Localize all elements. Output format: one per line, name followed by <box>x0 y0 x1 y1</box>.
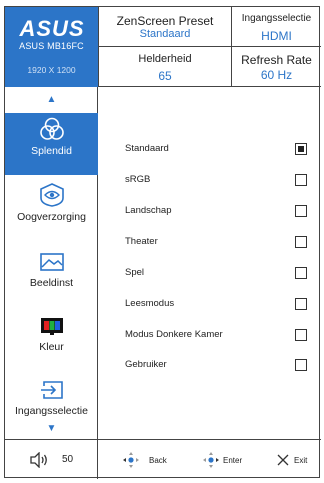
splendid-options-list: Standaard sRGB Landschap Theater Spel Le… <box>98 87 321 439</box>
brand-panel: ASUS ASUS MB16FC 1920 X 1200 <box>5 7 98 87</box>
option-gebruiker[interactable]: Gebruiker <box>98 356 321 376</box>
sidebar-item-kleur[interactable]: Kleur <box>5 311 98 375</box>
sidebar-item-oogverzorging[interactable]: Oogverzorging <box>5 179 98 243</box>
option-theater[interactable]: Theater <box>98 233 321 253</box>
input-label: Ingangsselectie <box>241 13 312 24</box>
sidebar-item-beeldinst[interactable]: Beeldinst <box>5 247 98 311</box>
scroll-down-icon[interactable]: ▼ <box>5 423 98 434</box>
enter-label: Enter <box>223 456 243 465</box>
joystick-left-icon <box>123 452 139 468</box>
input-status: Ingangsselectie HDMI <box>231 7 321 47</box>
sidebar-item-label: Splendid <box>31 145 72 157</box>
radio-unchecked[interactable] <box>295 359 307 371</box>
asus-logo: ASUS <box>18 17 84 39</box>
sidebar-item-label: Ingangsselectie <box>15 405 88 417</box>
radio-unchecked[interactable] <box>295 236 307 248</box>
zenscreen-preset-status: ZenScreen Preset Standaard <box>98 7 231 47</box>
back-button[interactable]: Back <box>122 451 172 469</box>
exit-button[interactable]: Exit <box>276 451 316 469</box>
volume-value: 50 <box>62 454 74 465</box>
svg-text:ASUS: ASUS <box>18 17 84 39</box>
zenscreen-preset-value: Standaard <box>139 28 191 40</box>
osd-menu: ASUS ASUS MB16FC 1920 X 1200 ZenScreen P… <box>4 6 321 479</box>
option-label: Standaard <box>125 143 169 154</box>
refresh-rate-value: 60 Hz <box>260 68 293 82</box>
refresh-rate-label: Refresh Rate <box>241 53 312 67</box>
option-standaard[interactable]: Standaard <box>98 140 321 160</box>
input-icon <box>40 381 63 399</box>
volume-control[interactable]: 50 <box>5 440 98 479</box>
brightness-status: Helderheid 65 <box>98 47 231 87</box>
resolution-readout: 1920 X 1200 <box>27 65 76 75</box>
exit-label: Exit <box>294 456 308 465</box>
radio-unchecked[interactable] <box>295 205 307 217</box>
brightness-value: 65 <box>158 69 172 83</box>
input-value: HDMI <box>261 29 292 43</box>
option-label: Landschap <box>125 205 172 216</box>
option-label: Modus Donkere Kamer <box>125 329 223 340</box>
brightness-label: Helderheid <box>138 53 192 65</box>
sidebar-item-splendid[interactable]: Splendid <box>5 113 98 175</box>
option-label: Gebruiker <box>125 359 167 370</box>
sidebar-menu: ▲ Splendid Oogverzorging Beeldinst Kleur… <box>5 87 98 439</box>
back-label: Back <box>149 456 167 465</box>
model-name: ASUS MB16FC <box>19 41 84 51</box>
image-icon <box>39 253 64 271</box>
option-leesmodus[interactable]: Leesmodus <box>98 295 321 315</box>
radio-unchecked[interactable] <box>295 174 307 186</box>
option-spel[interactable]: Spel <box>98 264 321 284</box>
eye-icon <box>39 183 64 207</box>
sidebar-item-label: Kleur <box>39 341 64 353</box>
option-label: Spel <box>125 267 145 278</box>
radio-checked[interactable] <box>295 143 307 155</box>
joystick-right-icon <box>203 452 219 468</box>
option-srgb[interactable]: sRGB <box>98 171 321 191</box>
radio-unchecked[interactable] <box>295 267 307 279</box>
refresh-rate-status: Refresh Rate 60 Hz <box>231 47 321 87</box>
speaker-icon <box>30 452 47 468</box>
option-label: Theater <box>125 236 158 247</box>
radio-unchecked[interactable] <box>295 329 307 341</box>
option-modus-donkere-kamer[interactable]: Modus Donkere Kamer <box>98 326 321 346</box>
option-label: sRGB <box>125 174 151 185</box>
scroll-up-icon[interactable]: ▲ <box>5 94 98 105</box>
splendid-icon <box>39 117 64 140</box>
sidebar-item-label: Oogverzorging <box>17 211 86 223</box>
option-landschap[interactable]: Landschap <box>98 202 321 222</box>
radio-unchecked[interactable] <box>295 298 307 310</box>
enter-button[interactable]: Enter <box>202 451 254 469</box>
zenscreen-preset-label: ZenScreen Preset <box>116 14 214 28</box>
option-label: Leesmodus <box>125 298 175 309</box>
close-icon <box>277 454 289 466</box>
sidebar-item-label: Beeldinst <box>29 277 74 289</box>
color-icon <box>40 318 63 335</box>
footer-bar: 50 Back Enter Exit <box>5 439 321 479</box>
